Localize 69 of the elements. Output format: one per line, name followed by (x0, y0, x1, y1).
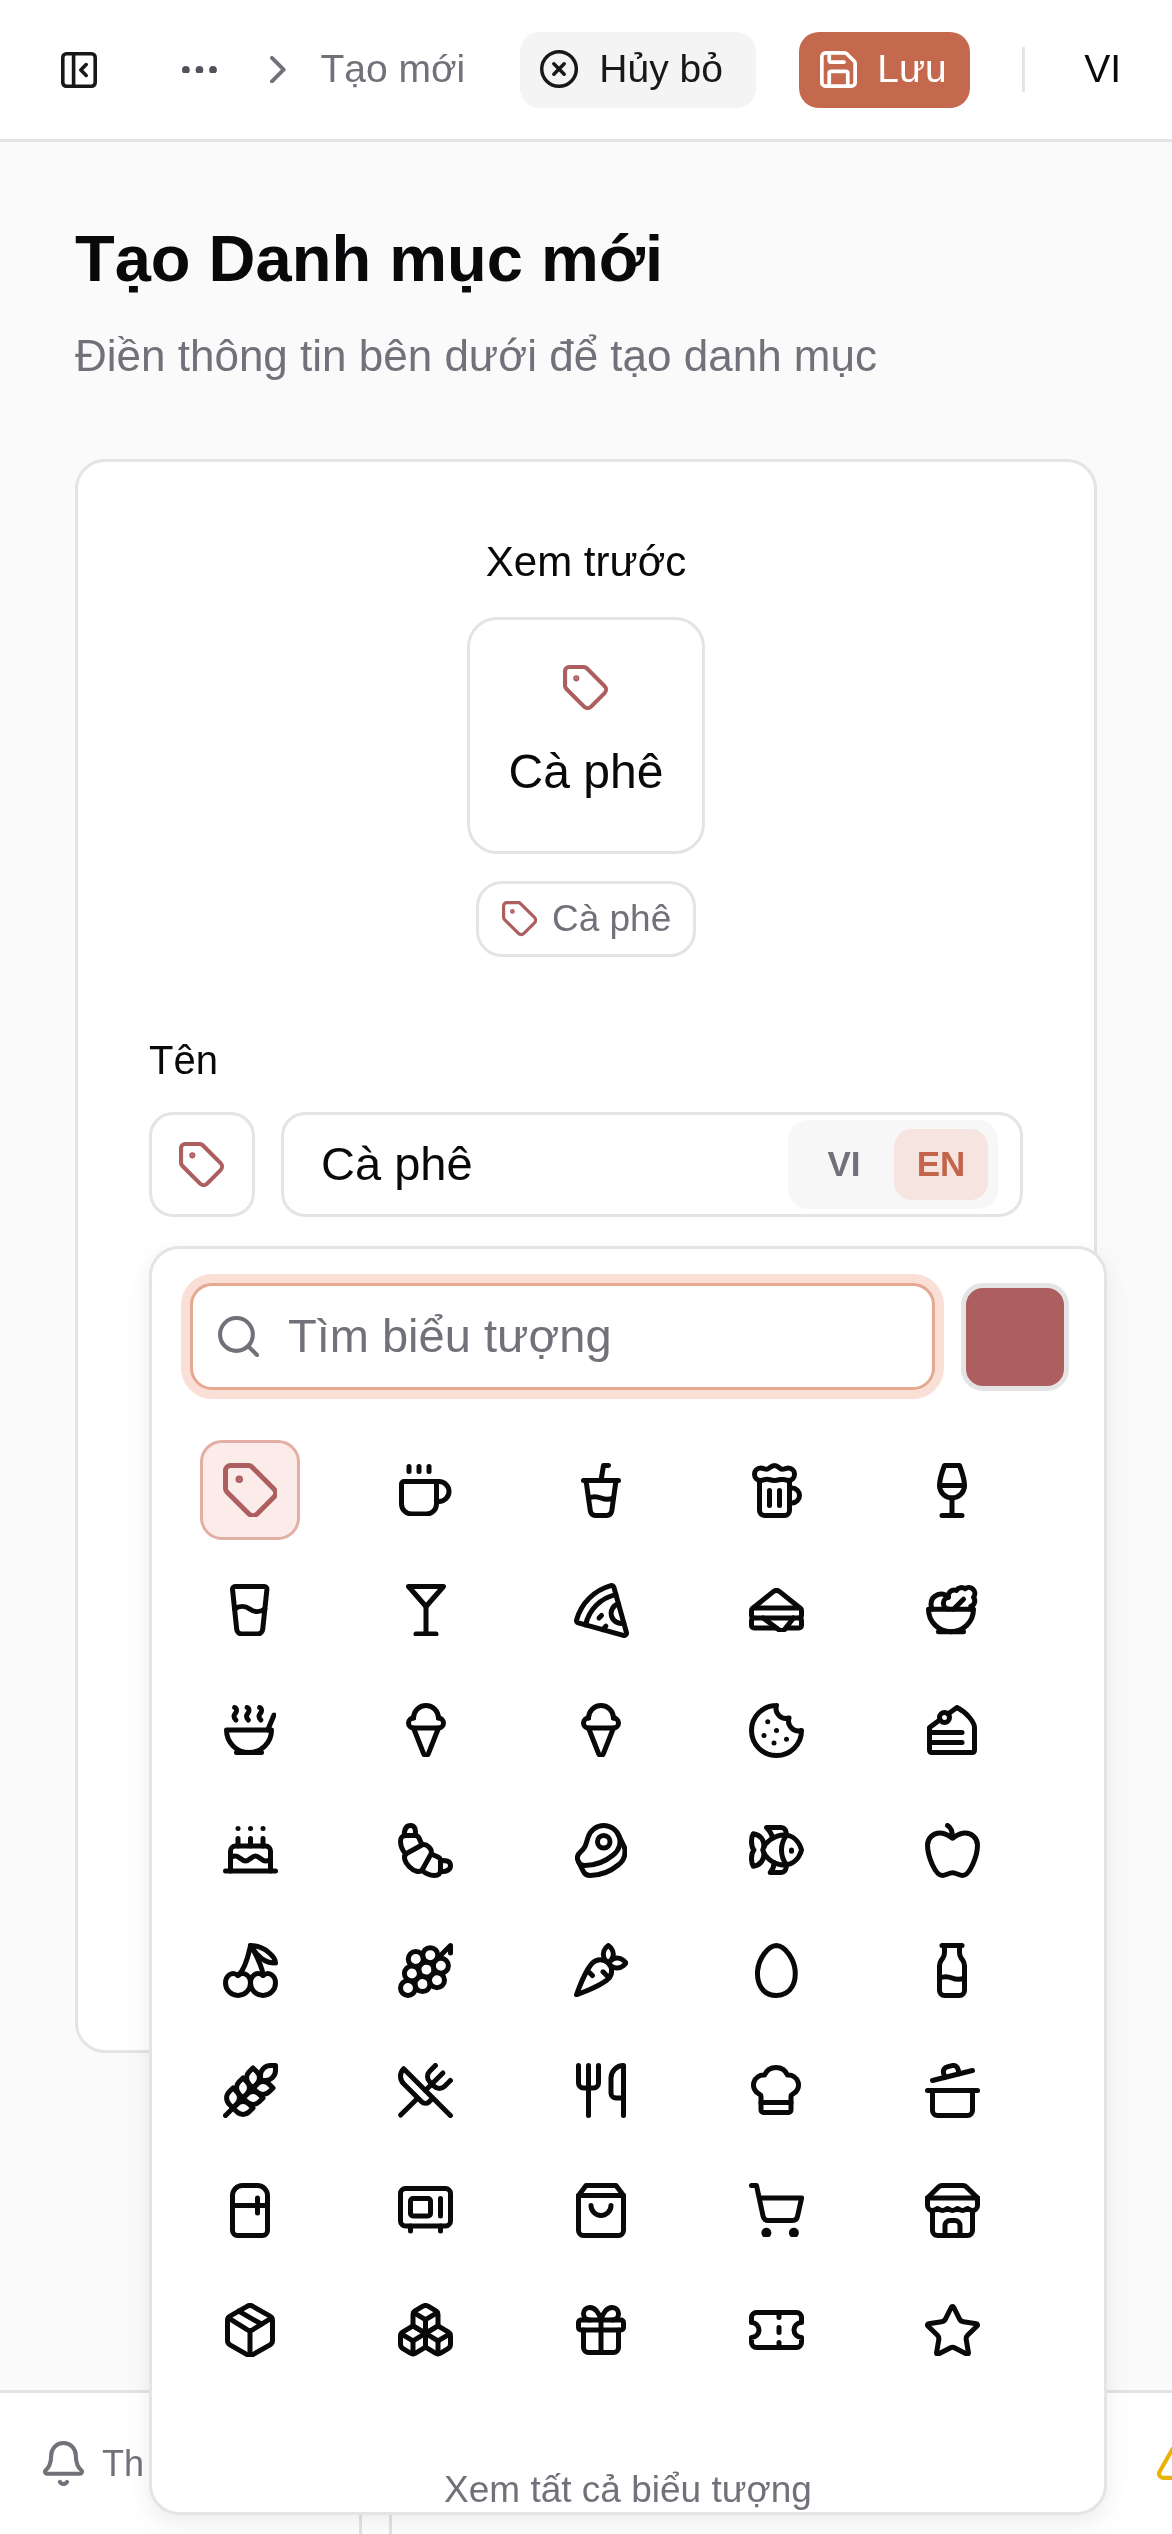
soda-cup-icon (581, 1462, 621, 1518)
tag-icon (563, 665, 609, 711)
microwave-icon (398, 2186, 453, 2234)
sidebar-toggle-icon[interactable] (61, 51, 97, 88)
salad-bowl-icon (926, 1585, 978, 1635)
stacked-boxes-icon (398, 2303, 453, 2357)
egg-icon (755, 1942, 798, 1998)
beer-mug-icon (751, 1462, 802, 1518)
chef-hat-icon (751, 2065, 802, 2115)
wheat-icon (222, 2062, 278, 2118)
cooking-pot-icon (924, 2062, 980, 2118)
cancel-button[interactable]: Hủy bỏ (520, 31, 757, 108)
color-swatch[interactable] (961, 1282, 1069, 1391)
refrigerator-icon (230, 2182, 270, 2238)
star-icon (924, 2303, 980, 2357)
cake-slice-icon (927, 1705, 977, 1755)
milk-bottle-icon (937, 1942, 967, 1998)
shopping-cart-icon (748, 2182, 805, 2238)
package-box-icon (225, 2302, 275, 2358)
search-input[interactable]: Tìm biểu tượng (288, 1306, 932, 1367)
cherry-icon (222, 1942, 278, 1998)
notification-label: Th (102, 2441, 144, 2486)
apple-icon (924, 1822, 980, 1878)
name-label: Tên (149, 1037, 218, 1084)
pizza-slice-icon (573, 1582, 629, 1638)
close-circle-icon (540, 50, 579, 89)
store-icon (924, 2182, 980, 2238)
ice-cream-cone-icon (405, 1702, 446, 1758)
name-input[interactable]: Cà phê (321, 1134, 778, 1195)
preview-name: Cà phê (508, 744, 664, 801)
view-all-icons-link[interactable]: Xem tất cả biểu tượng (444, 2468, 812, 2512)
birthday-cake-icon (222, 1826, 278, 1874)
tag-icon (501, 901, 537, 937)
shopping-bag-icon (576, 2182, 626, 2238)
icon-picker-button[interactable] (149, 1112, 255, 1217)
more-icon[interactable] (182, 65, 217, 74)
steak-icon (574, 1822, 628, 1878)
page-title: Tạo Danh mục mới (75, 221, 663, 297)
page-subtitle: Điền thông tin bên dưới để tạo danh mục (75, 330, 877, 382)
ice-cream-cone-icon (581, 1702, 621, 1758)
save-button[interactable]: Lưu (799, 31, 971, 108)
grapes-icon (398, 1942, 453, 1998)
fork-knife-icon (576, 2062, 626, 2118)
search-icon (218, 1316, 259, 1357)
chip-name: Cà phê (551, 897, 672, 942)
sandwich-icon (749, 1587, 804, 1633)
breadcrumb-current: Tạo mới (320, 46, 466, 93)
tag-icon (222, 1462, 278, 1518)
save-icon (820, 51, 858, 88)
bell-icon[interactable] (43, 2440, 84, 2487)
warning-icon (1157, 2446, 1172, 2481)
soup-bowl-icon (223, 1705, 277, 1755)
name-field[interactable]: Cà phê VI EN (281, 1112, 1023, 1217)
cocktail-glass-icon (405, 1583, 446, 1637)
wine-glass-icon (937, 1462, 967, 1518)
gift-icon (576, 2305, 626, 2355)
language-tab[interactable]: VI (797, 1129, 891, 1200)
croissant-icon (398, 1822, 453, 1878)
cookie-icon (749, 1702, 804, 1758)
chevron-right-icon (269, 55, 286, 84)
water-glass-icon (230, 1583, 270, 1637)
ticket-icon (749, 2310, 804, 2350)
coffee-cup-icon (399, 1463, 452, 1517)
tag-icon (179, 1141, 225, 1188)
preview-label: Xem trước (485, 537, 687, 587)
fish-icon (749, 1825, 804, 1875)
carrot-icon (573, 1942, 629, 1998)
language-switcher[interactable]: VI (1084, 40, 1122, 99)
crossed-utensils-icon (398, 2062, 453, 2118)
